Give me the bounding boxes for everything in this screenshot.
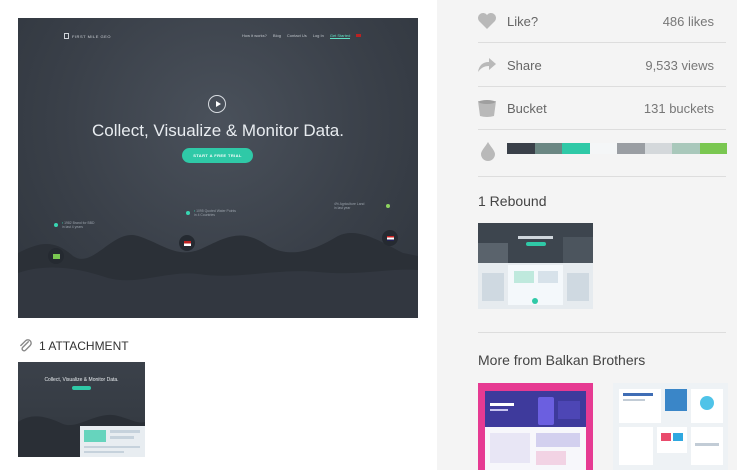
bucket-icon [478,100,496,117]
bucket-stat[interactable]: Bucket 131 buckets [478,93,718,123]
flag-marker [382,230,398,246]
shot-image[interactable]: FIRST MILE GEO How it works? Blog Contac… [18,18,418,318]
views-count: 9,533 views [645,57,714,73]
rebound-preview [478,223,593,309]
map-pin-label: 4% Agriculture Land in last year [334,202,365,210]
flag-marker [48,248,64,264]
share-stat[interactable]: Share 9,533 views [478,50,718,80]
shot-logo: FIRST MILE GEO [64,33,111,39]
rebounds-title[interactable]: 1 Rebound [478,193,547,209]
attachment-page-preview [80,426,145,457]
like-label[interactable]: Like? [507,14,538,29]
rebound-thumbnail[interactable] [478,223,593,309]
buckets-count[interactable]: 131 buckets [644,101,714,116]
paperclip-icon [20,339,32,352]
palette-swatch[interactable] [699,143,727,154]
palette-swatch[interactable] [534,143,562,154]
play-icon [208,95,226,113]
likes-count[interactable]: 486 likes [663,14,714,29]
flag-icon [356,34,362,37]
attachments-header: 1 ATTACHMENT [18,338,129,353]
color-palette [507,143,727,154]
palette-swatch[interactable] [617,143,645,154]
free-trial-button: START A FREE TRIAL [182,148,253,163]
shot-nav: How it works? Blog Contact Us Log In Get… [242,33,362,39]
more-from-title[interactable]: More from Balkan Brothers [478,352,645,368]
sidebar: Like? 486 likes Share 9,533 views Bucket… [437,0,737,470]
attachments-title: 1 ATTACHMENT [39,338,129,353]
map-pin-label: ▪ 1982 Brand for BBD in last 4 years [62,221,95,229]
palette-swatch[interactable] [562,143,590,154]
flag-marker [179,235,195,251]
palette-swatch[interactable] [672,143,700,154]
palette-swatch[interactable] [644,143,672,154]
palette-swatch[interactable] [507,143,535,154]
more-shot-preview [613,383,728,470]
share-arrow-icon [478,58,496,72]
color-drop-icon [481,142,495,161]
attachment-thumbnail[interactable]: Collect, Visualize & Monitor Data. [18,362,145,457]
heart-icon [478,13,496,29]
bucket-label[interactable]: Bucket [507,101,547,116]
map-pin-label: ▪ 1095 Quoted Water Points in 4 Countries [194,209,236,217]
shot-headline: Collect, Visualize & Monitor Data. [92,121,344,140]
more-shot-thumbnail[interactable] [478,383,593,470]
palette-swatch[interactable] [589,143,617,154]
share-label[interactable]: Share [507,58,542,73]
more-shot-preview [478,383,593,470]
more-shot-thumbnail[interactable] [613,383,728,470]
like-stat[interactable]: Like? 486 likes [478,6,718,36]
